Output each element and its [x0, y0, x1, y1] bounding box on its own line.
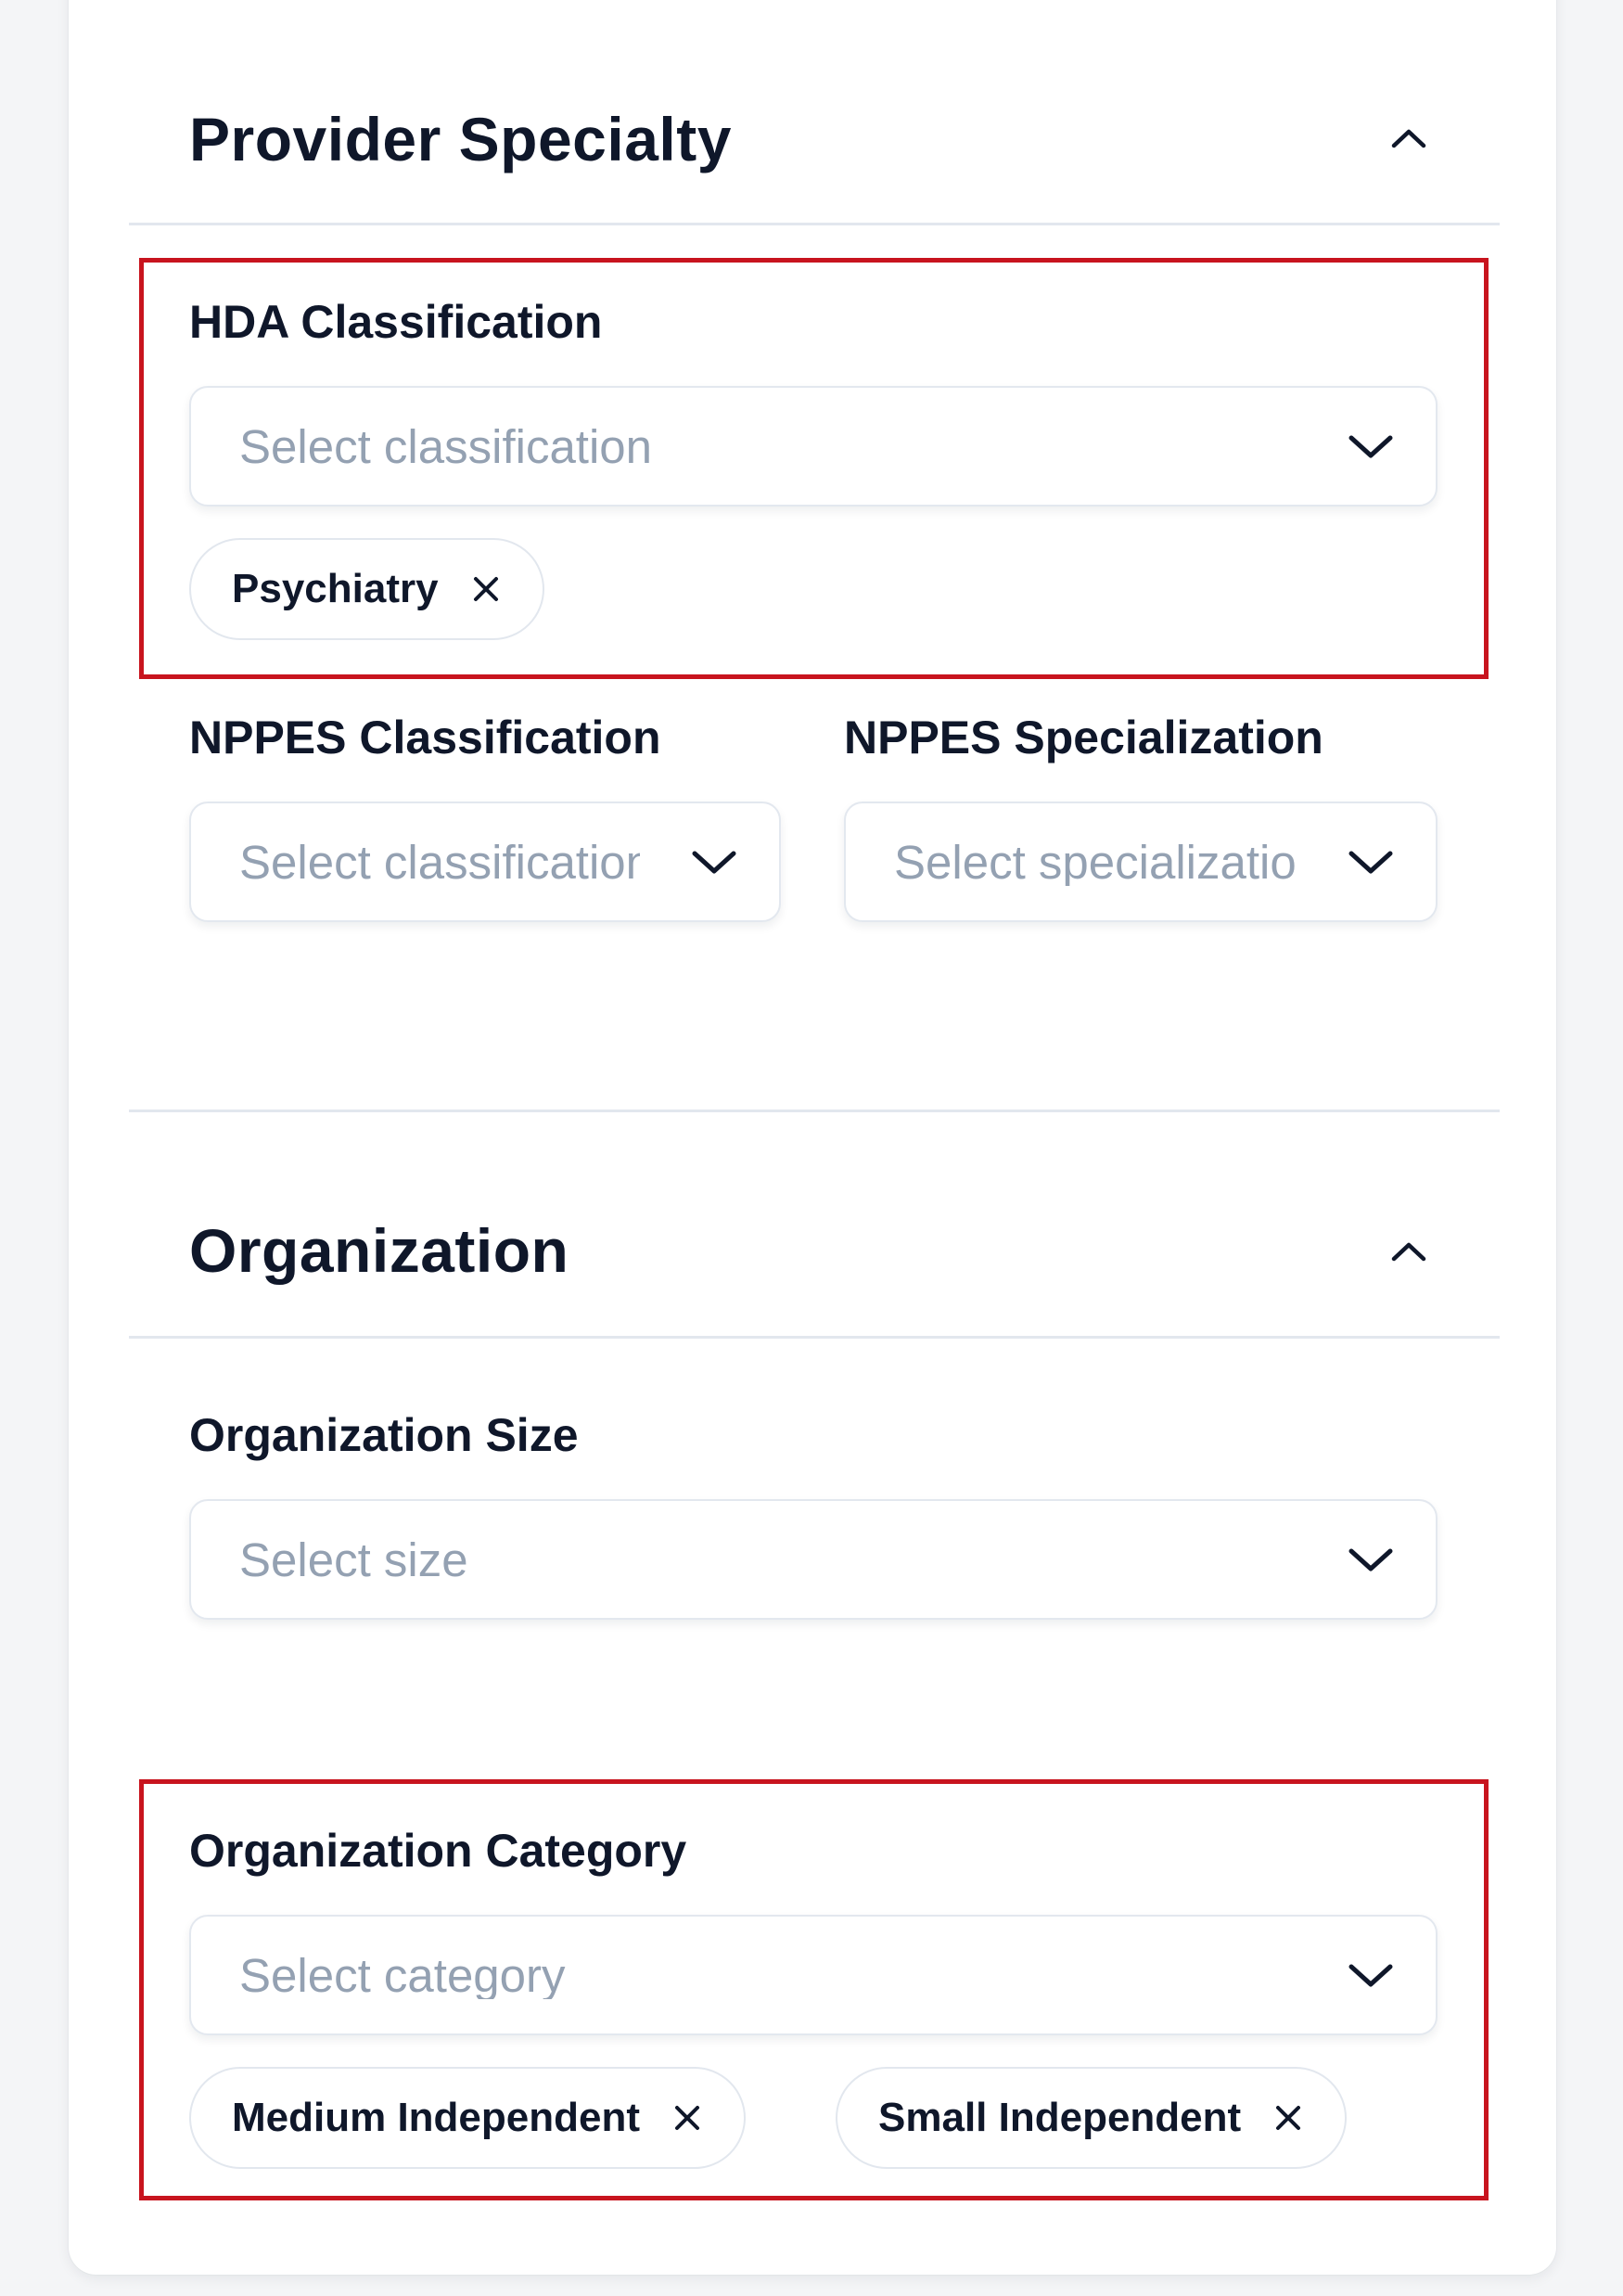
- chevron-up-icon: [1390, 127, 1427, 149]
- nppes-specialization-label: NPPES Specialization: [844, 712, 1323, 763]
- collapse-provider-specialty-button[interactable]: [1388, 118, 1429, 159]
- organization-size-label: Organization Size: [189, 1409, 579, 1461]
- collapse-organization-button[interactable]: [1388, 1231, 1429, 1272]
- section-title-organization: Organization: [189, 1216, 569, 1285]
- section-divider: [129, 1110, 1500, 1112]
- chevron-down-icon: [1347, 841, 1395, 882]
- chevron-down-icon: [1347, 1539, 1395, 1580]
- organization-size-select[interactable]: Select size: [189, 1499, 1438, 1620]
- chevron-down-icon: [690, 841, 738, 882]
- nppes-classification-label: NPPES Classification: [189, 712, 661, 763]
- chevron-up-icon: [1390, 1240, 1427, 1263]
- section-divider: [129, 223, 1500, 225]
- highlight-hda-classification: [139, 258, 1489, 679]
- section-divider: [129, 1336, 1500, 1339]
- nppes-specialization-select[interactable]: Select specialization: [844, 802, 1438, 922]
- section-title-provider-specialty: Provider Specialty: [189, 105, 732, 173]
- nppes-classification-placeholder: Select classification: [239, 838, 640, 886]
- highlight-organization-category: [139, 1779, 1489, 2200]
- nppes-classification-select[interactable]: Select classification: [189, 802, 781, 922]
- nppes-specialization-placeholder: Select specialization: [894, 838, 1297, 886]
- organization-size-placeholder: Select size: [239, 1535, 468, 1584]
